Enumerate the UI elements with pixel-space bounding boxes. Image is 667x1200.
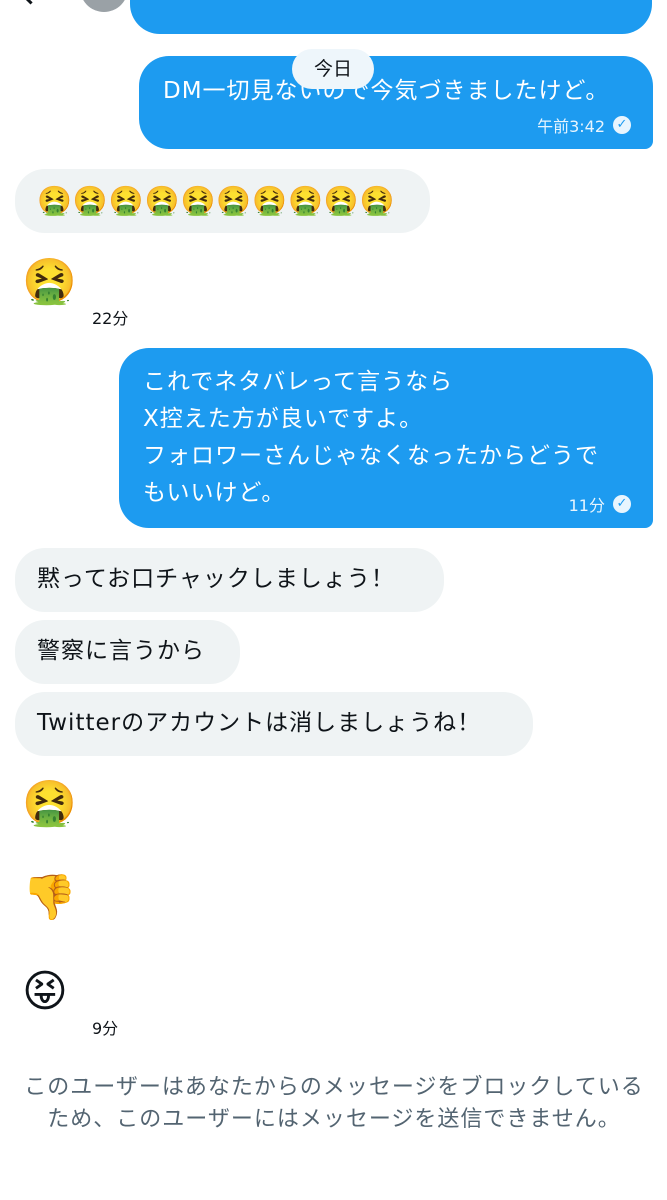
emoji-message[interactable]: 🤮 [22,778,77,830]
received-message[interactable]: Twitterのアカウントは消しましょうね！ [15,692,533,756]
emoji-message[interactable]: 🤮 [22,256,77,308]
message-text: 黙ってお口チャックしましょう！ [37,566,395,592]
message-meta: 11分 ✓ [569,492,631,516]
received-message[interactable]: 警察に言うから [15,620,240,684]
read-check-icon: ✓ [613,495,631,513]
avatar[interactable] [80,0,128,12]
message-time: 22分 [92,309,129,328]
emoji-message[interactable]: 😝 [22,966,68,1018]
read-check-icon: ✓ [613,116,631,134]
previous-sent-message [130,0,652,34]
received-message[interactable]: 🤮🤮🤮🤮🤮🤮🤮🤮🤮🤮 [15,169,430,233]
sent-message[interactable]: DM一切見ないので今気づきましたけど。 午前3:42 ✓ [139,56,653,149]
sent-message[interactable]: これでネタバレって言うなら X控えた方が良いですよ。 フォロワーさんじゃなくなっ… [119,348,653,528]
emoji-message[interactable]: 👎 [22,872,77,924]
block-notice: このユーザーはあなたからのメッセージをブロックしているため、このユーザーにはメッ… [24,1075,644,1132]
message-time: 11分 [568,496,605,515]
message-time: 午前3:42 [537,117,605,136]
message-text: 🤮🤮🤮🤮🤮🤮🤮🤮🤮🤮 [37,184,396,217]
message-text: Twitterのアカウントは消しましょうね！ [37,710,482,736]
message-text: 警察に言うから [37,638,205,664]
message-text: DM一切見ないので今気づきましたけど。 [163,78,610,104]
message-time: 9分 [92,1019,119,1038]
date-divider: 今日 [292,49,374,89]
message-text: これでネタバレって言うなら X控えた方が良いですよ。 フォロワーさんじゃなくなっ… [143,369,599,506]
received-message[interactable]: 黙ってお口チャックしましょう！ [15,548,444,612]
chevron-left-icon[interactable] [18,0,43,5]
message-meta: 午前3:42 ✓ [537,113,631,137]
